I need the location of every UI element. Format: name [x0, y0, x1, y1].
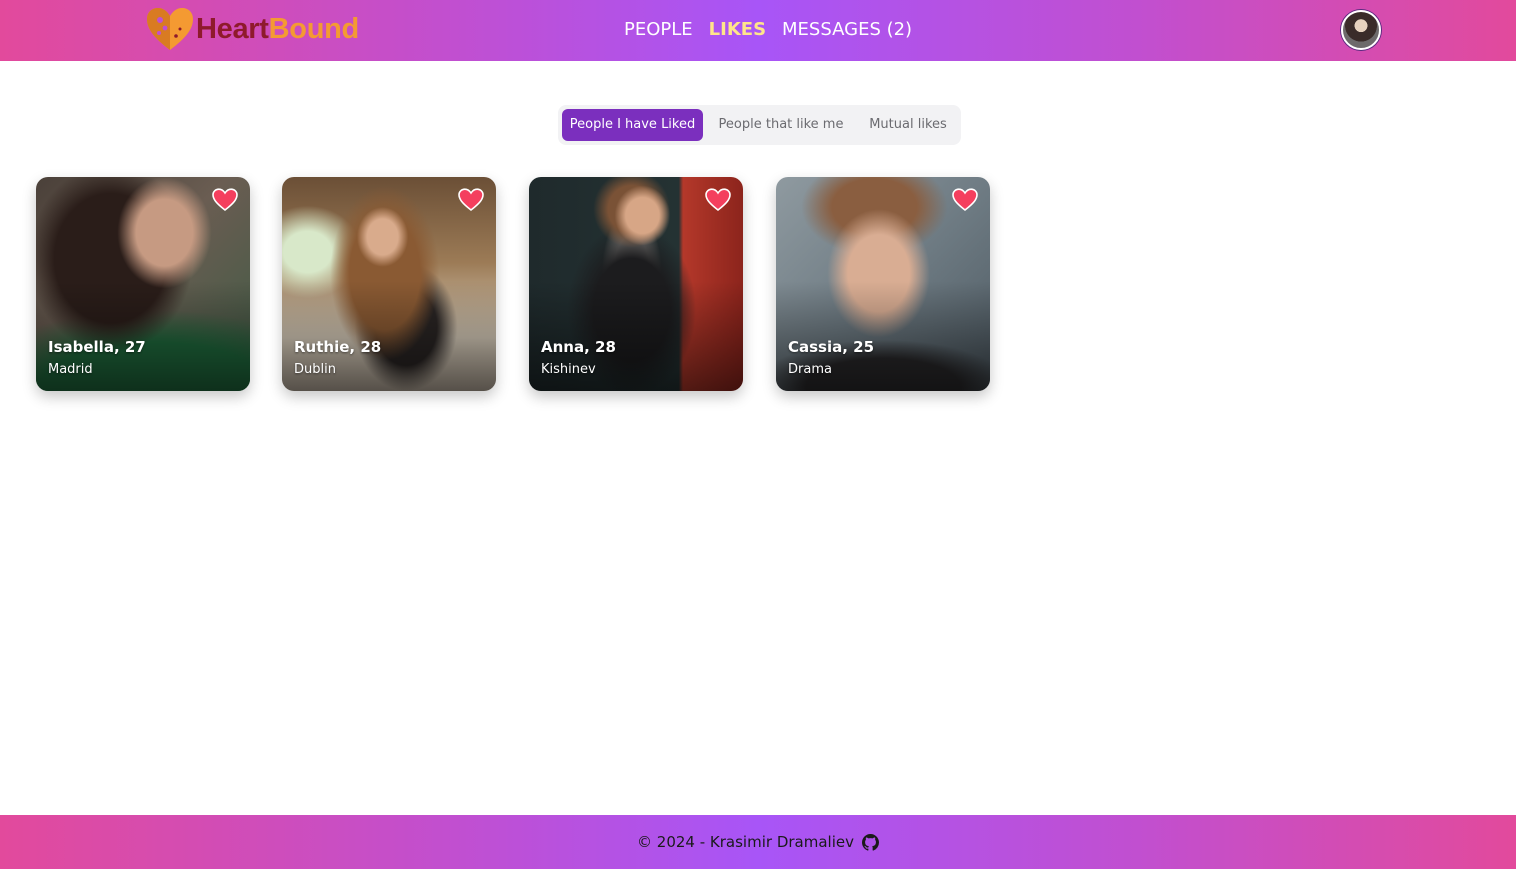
tab-people-that-like-me[interactable]: People that like me	[710, 109, 852, 141]
footer-copyright: © 2024 - Krasimir Dramaliev	[637, 833, 854, 851]
brand-name-part1: Heart	[196, 12, 269, 45]
profile-card[interactable]: Ruthie, 28 Dublin	[282, 177, 496, 391]
nav-link-people[interactable]: PEOPLE	[624, 18, 693, 42]
profile-city: Drama	[788, 362, 832, 377]
top-navbar: HeartBound PEOPLE LIKES MESSAGES (2)	[0, 0, 1516, 61]
heart-like-icon[interactable]	[458, 188, 484, 212]
profile-name-age: Cassia, 25	[788, 338, 875, 356]
heart-logo-icon	[146, 6, 194, 52]
profile-city: Madrid	[48, 362, 93, 377]
profile-city: Kishinev	[541, 362, 596, 377]
nav-link-messages[interactable]: MESSAGES (2)	[782, 18, 912, 42]
brand-name-part2: Bound	[268, 12, 360, 45]
likes-tab-group: People I have Liked People that like me …	[558, 105, 961, 145]
profile-name-age: Ruthie, 28	[294, 338, 382, 356]
heart-like-icon[interactable]	[212, 188, 238, 212]
tab-people-i-liked[interactable]: People I have Liked	[562, 109, 703, 141]
nav-link-likes[interactable]: LIKES	[709, 18, 766, 42]
brand-name: HeartBound	[196, 13, 359, 46]
github-icon[interactable]	[861, 833, 879, 851]
profile-card[interactable]: Anna, 28 Kishinev	[529, 177, 743, 391]
profile-city: Dublin	[294, 362, 336, 377]
brand-logo[interactable]: HeartBound	[146, 6, 359, 52]
heart-like-icon[interactable]	[705, 188, 731, 212]
heart-like-icon[interactable]	[952, 188, 978, 212]
page-footer: © 2024 - Krasimir Dramaliev	[0, 815, 1516, 869]
profile-name-age: Anna, 28	[541, 338, 616, 356]
profile-card[interactable]: Cassia, 25 Drama	[776, 177, 990, 391]
profile-name-age: Isabella, 27	[48, 338, 146, 356]
main-nav: PEOPLE LIKES MESSAGES (2)	[624, 18, 912, 42]
tab-mutual-likes[interactable]: Mutual likes	[860, 109, 956, 141]
user-avatar[interactable]	[1341, 10, 1381, 50]
profile-card[interactable]: Isabella, 27 Madrid	[36, 177, 250, 391]
